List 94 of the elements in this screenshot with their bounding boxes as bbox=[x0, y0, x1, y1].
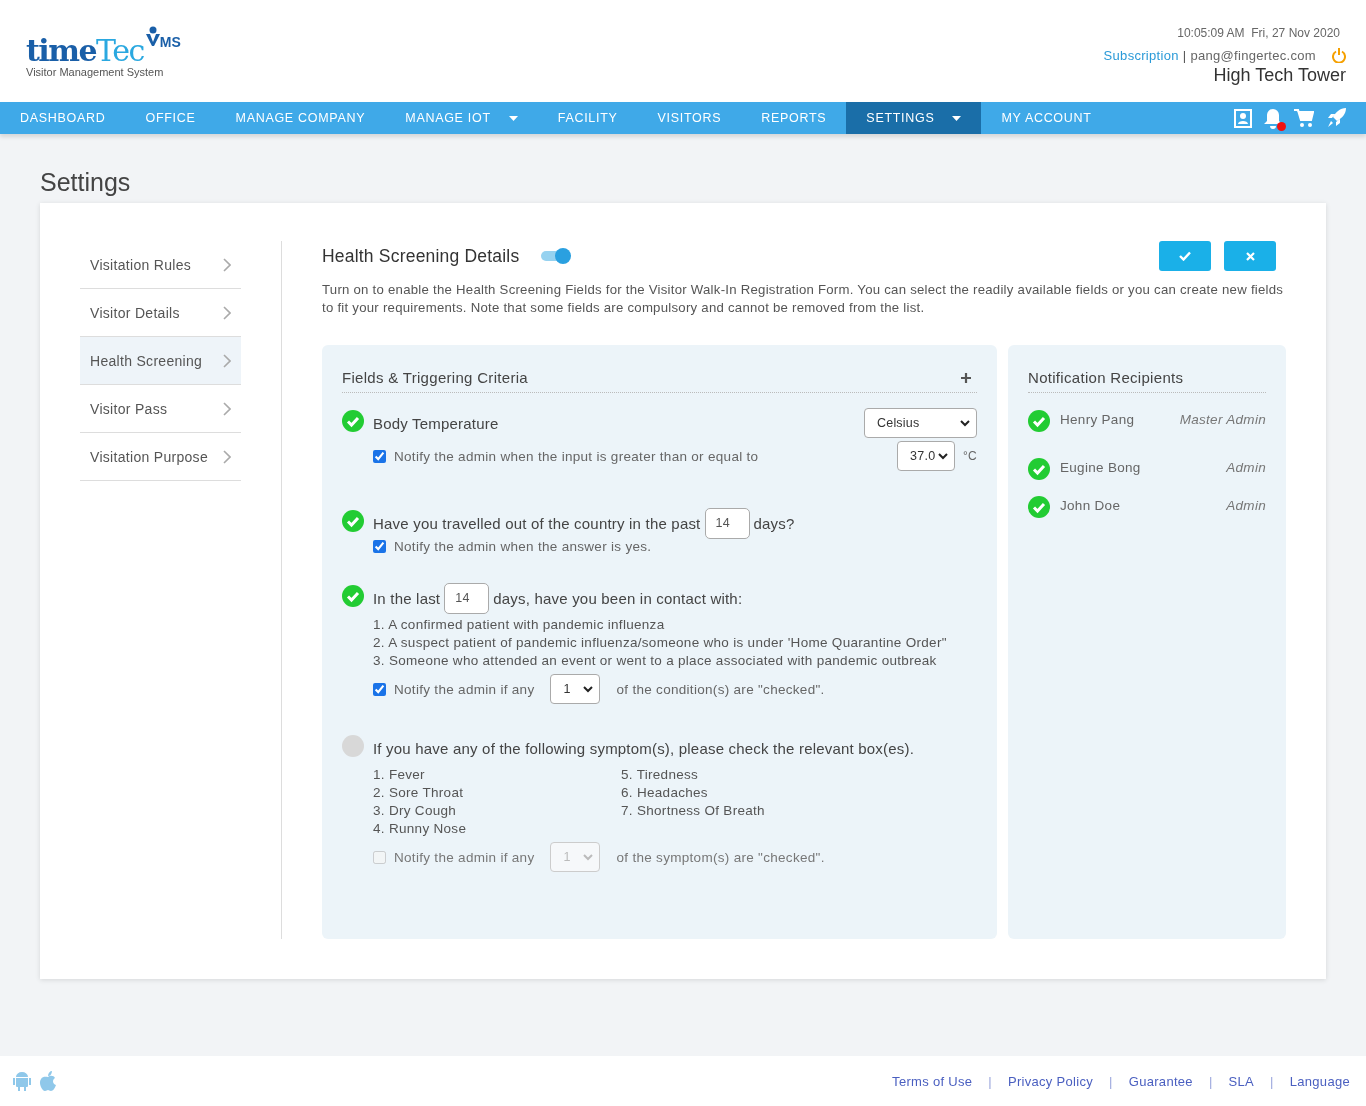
checkbox[interactable] bbox=[373, 682, 386, 696]
checkbox[interactable] bbox=[373, 449, 386, 463]
subscription-link[interactable]: Subscription bbox=[1103, 48, 1179, 63]
select-field[interactable]: Celsius bbox=[864, 408, 977, 438]
notify-label: Notify the admin if any bbox=[394, 681, 535, 697]
check-icon bbox=[1179, 251, 1191, 261]
robot-icon[interactable] bbox=[12, 1070, 32, 1092]
sidebar-item[interactable]: Visitation Rules bbox=[80, 241, 241, 289]
close-button[interactable] bbox=[1224, 241, 1276, 271]
separator-text: | bbox=[988, 1073, 992, 1089]
question-text: Have you travelled out of the country in the past bbox=[373, 514, 701, 532]
select-field[interactable]: 37.0 bbox=[896, 441, 955, 471]
recipient-name: John Doe bbox=[1060, 498, 1122, 513]
list-item: 2. Sore Throat bbox=[373, 784, 465, 802]
logo-wordmark: timeTec bbox=[26, 34, 144, 68]
notify-label: of the condition(s) are "checked". bbox=[616, 681, 825, 697]
page-title: Settings bbox=[40, 168, 132, 197]
bell-icon bbox=[1264, 107, 1282, 129]
notify-label: Notify the admin when the input is greater than or equal to bbox=[394, 448, 760, 464]
list-item: 7. Shortness Of Breath bbox=[621, 802, 766, 820]
list-item: 6. Headaches bbox=[621, 784, 709, 802]
separator-text: | bbox=[1182, 48, 1187, 63]
chevron-right-icon bbox=[223, 257, 231, 272]
caret-icon bbox=[583, 685, 594, 693]
contact-card-icon[interactable] bbox=[1234, 108, 1252, 128]
separator-text: | bbox=[1109, 1073, 1113, 1089]
unit-label: °C bbox=[962, 449, 977, 463]
sidebar-item[interactable]: Health Screening bbox=[80, 337, 241, 385]
chevron-right-icon bbox=[223, 449, 231, 464]
check-circle-icon[interactable] bbox=[1028, 410, 1050, 432]
logo-text: MS bbox=[159, 34, 181, 50]
notify-label: Notify the admin if any bbox=[394, 849, 535, 865]
notify-label: of the symptom(s) are "checked". bbox=[616, 849, 825, 865]
recipient-name: Henry Pang bbox=[1060, 412, 1136, 427]
caret-icon bbox=[583, 853, 594, 861]
toggle-switch[interactable] bbox=[541, 251, 570, 261]
chevron-right-icon bbox=[223, 305, 231, 320]
close-icon bbox=[1245, 251, 1255, 261]
select-field[interactable]: 1 bbox=[550, 674, 601, 704]
empty-circle-icon[interactable] bbox=[342, 735, 364, 757]
recipient-role: Master Admin bbox=[1179, 412, 1266, 427]
nav-tab[interactable]: SETTINGS bbox=[846, 102, 982, 134]
notify-label: Notify the admin when the answer is yes. bbox=[394, 539, 652, 554]
check-circle-icon[interactable] bbox=[342, 410, 364, 432]
date-time: 10:05:09 AM Fri, 27 Nov 2020 bbox=[1177, 26, 1340, 40]
recipient-role: Admin bbox=[1226, 460, 1266, 475]
rocket-icon[interactable] bbox=[1326, 108, 1346, 128]
chevron-right-icon bbox=[223, 401, 231, 416]
list-item: 3. Dry Cough bbox=[373, 802, 458, 820]
panel-title: Fields & Triggering Criteria bbox=[342, 369, 528, 386]
person-icon bbox=[145, 26, 160, 46]
question-text: days, have you been in contact with: bbox=[493, 589, 743, 607]
site-name: High Tech Tower bbox=[1213, 65, 1346, 86]
section-description: Turn on to enable the Health Screening Fields for the Visitor Walk-In Registration Form. You can select the readily available fields or you can create new fields to fit your requirements. Note that some fields are compulsory and cannot be removed from the list. bbox=[322, 281, 1285, 317]
list-item: 2. A suspect patient of pandemic influenza/someone who is under 'Home Quarantine Order" bbox=[373, 634, 948, 652]
separator-text: | bbox=[1270, 1073, 1274, 1089]
save-button[interactable] bbox=[1159, 241, 1211, 271]
sidebar-item[interactable]: Visitation Purpose bbox=[80, 433, 241, 481]
number-field[interactable]: 14 bbox=[444, 582, 490, 614]
recipient-name: Eugine Bong bbox=[1060, 460, 1142, 475]
check-circle-icon[interactable] bbox=[1028, 496, 1050, 518]
list-item: 4. Runny Nose bbox=[373, 820, 468, 838]
check-circle-icon[interactable] bbox=[1028, 458, 1050, 480]
check-circle-icon[interactable] bbox=[342, 585, 364, 607]
recipient-role: Admin bbox=[1226, 498, 1266, 513]
user-email: pang@fingertec.com bbox=[1190, 48, 1316, 63]
caret-icon bbox=[937, 452, 948, 460]
add-icon[interactable] bbox=[961, 372, 971, 383]
sidebar-item[interactable]: Visitor Pass bbox=[80, 385, 241, 433]
list-item: 5. Tiredness bbox=[621, 766, 700, 784]
footer-link[interactable]: Guarantee bbox=[1128, 1073, 1193, 1089]
question-text: In the last bbox=[373, 589, 441, 607]
number-field[interactable]: 14 bbox=[704, 507, 750, 539]
footer-link[interactable]: Terms of Use bbox=[892, 1073, 973, 1089]
question-text: If you have any of the following symptom(s), please check the relevant box(es). bbox=[373, 739, 915, 757]
list-item: 1. A confirmed patient with pandemic influenza bbox=[373, 616, 666, 634]
list-item: 3. Someone who attended an event or went to a place associated with pandemic outbreak bbox=[373, 652, 938, 670]
panel-title: Notification Recipients bbox=[1028, 369, 1184, 386]
list-item: 1. Fever bbox=[373, 766, 426, 784]
checkbox[interactable] bbox=[373, 540, 386, 553]
field-label: Body Temperature bbox=[373, 414, 499, 432]
footer-link[interactable]: Language bbox=[1289, 1073, 1350, 1089]
question-text: days? bbox=[753, 514, 795, 532]
separator-text: | bbox=[1208, 1073, 1213, 1089]
logo-tagline: Visitor Management System bbox=[26, 66, 165, 78]
check-circle-icon[interactable] bbox=[342, 510, 364, 532]
section-title: Health Screening Details bbox=[322, 245, 520, 267]
chevron-right-icon bbox=[223, 353, 231, 368]
power-icon[interactable] bbox=[1332, 48, 1346, 63]
apple-icon[interactable] bbox=[38, 1070, 58, 1092]
footer-link[interactable]: Privacy Policy bbox=[1007, 1073, 1094, 1089]
cart-icon[interactable] bbox=[1294, 109, 1314, 127]
caret-icon bbox=[960, 419, 970, 427]
footer-link[interactable]: SLA bbox=[1228, 1073, 1255, 1089]
